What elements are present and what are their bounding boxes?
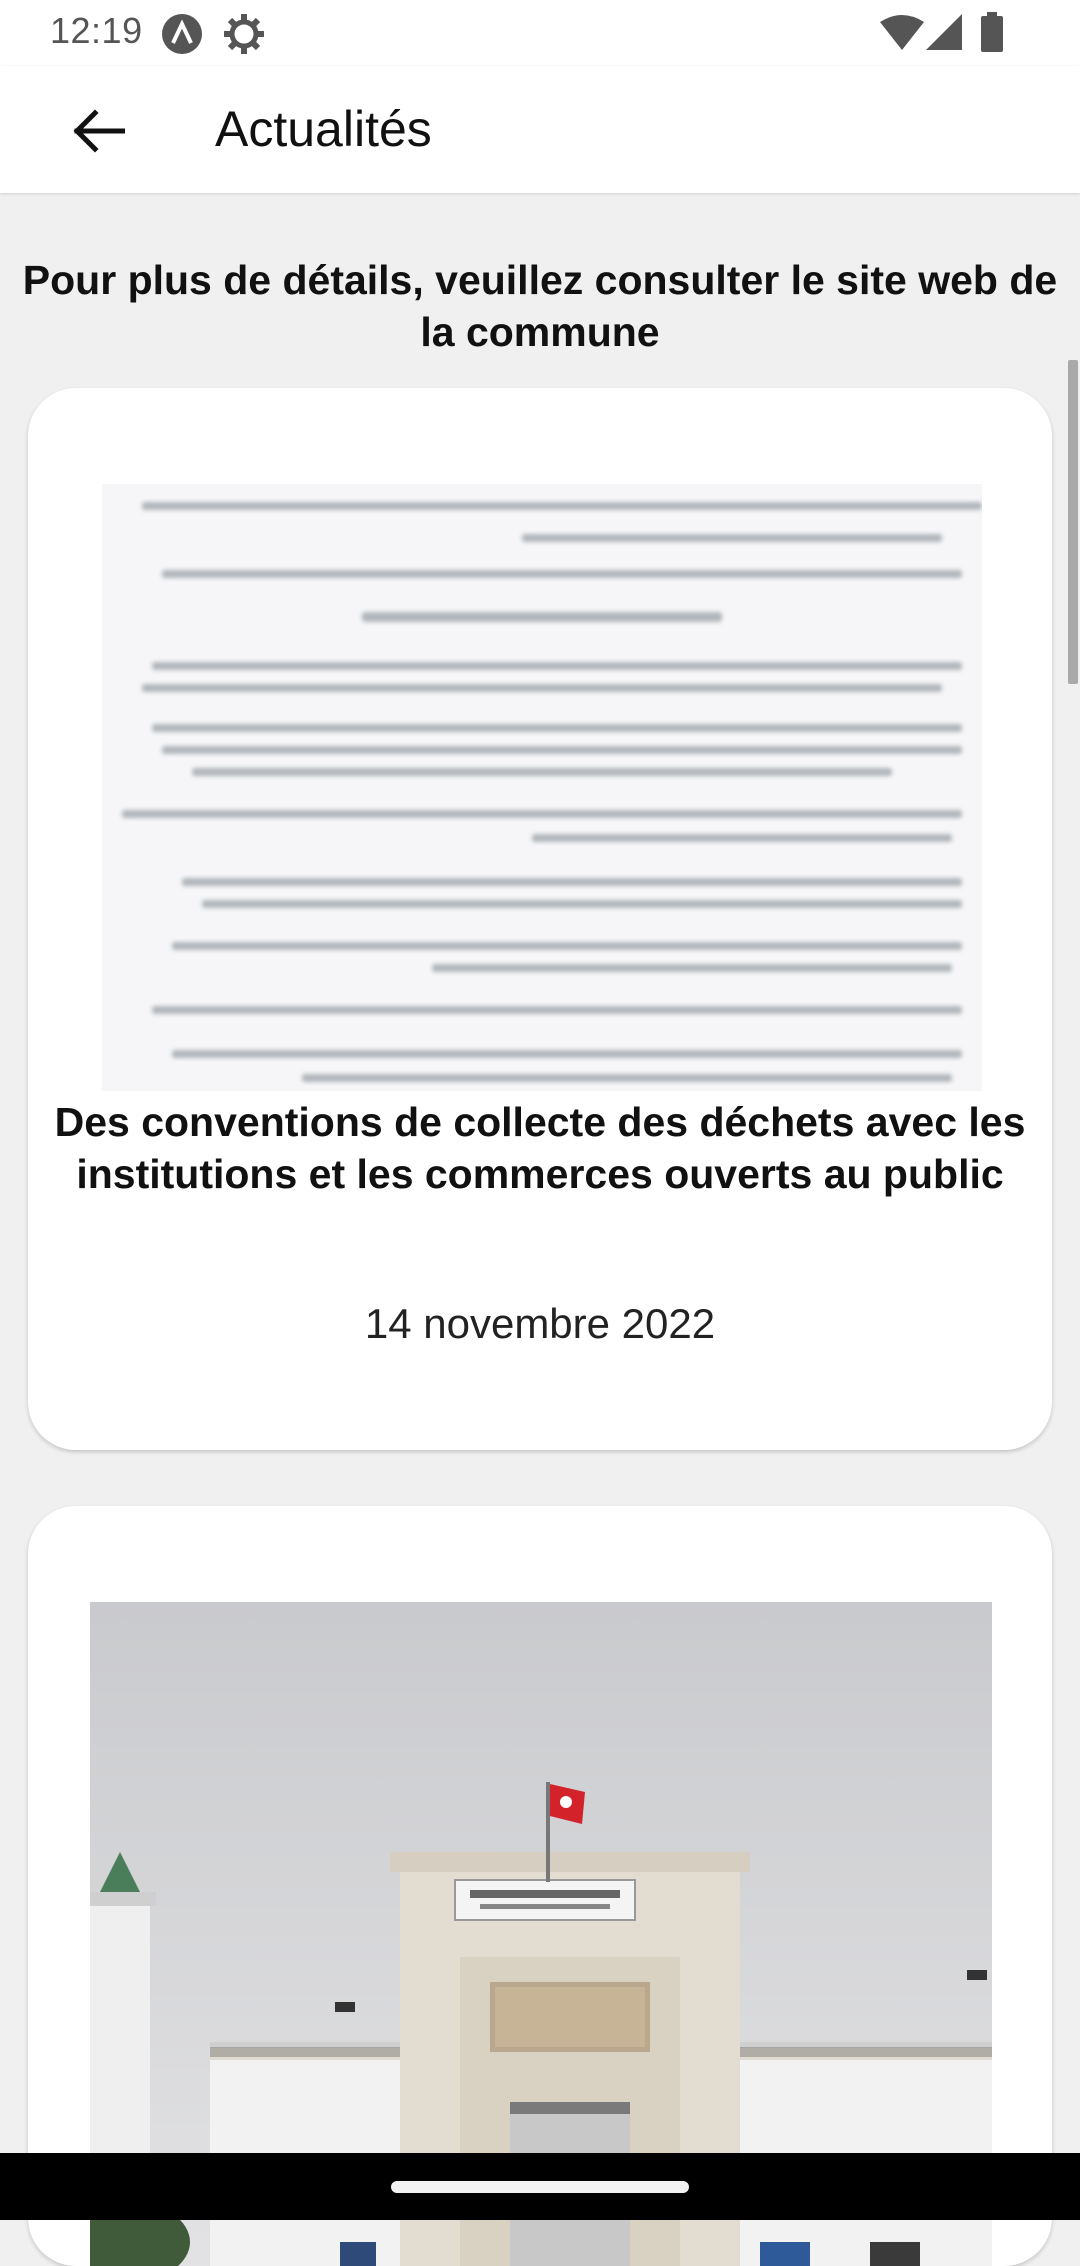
- page-title: Actualités: [215, 101, 432, 157]
- scrollbar[interactable]: [1068, 360, 1078, 684]
- back-button[interactable]: [62, 96, 136, 170]
- app-bar: Actualités: [0, 66, 1080, 193]
- navigation-bar: [0, 2153, 1080, 2220]
- arrow-left-icon: [73, 108, 126, 158]
- status-time: 12:19: [50, 10, 143, 51]
- news-image: [102, 484, 982, 1091]
- news-card[interactable]: [28, 1506, 1052, 2266]
- home-gesture-handle[interactable]: [391, 2181, 689, 2193]
- battery-icon: [980, 12, 1004, 57]
- status-bar: 12:19: [0, 0, 1080, 66]
- website-notice: Pour plus de détails, veuillez consulter…: [22, 257, 1058, 355]
- blurred-document-image: [102, 484, 982, 1091]
- news-date: 14 novembre 2022: [364, 1300, 716, 1347]
- gear-icon: [222, 12, 266, 61]
- a-circle-icon: [160, 12, 204, 61]
- news-title: Des conventions de collecte des déchets …: [54, 1099, 1026, 1197]
- wifi-icon: [880, 14, 924, 57]
- signal-icon: [926, 14, 962, 57]
- news-card[interactable]: Des conventions de collecte des déchets …: [28, 388, 1052, 1450]
